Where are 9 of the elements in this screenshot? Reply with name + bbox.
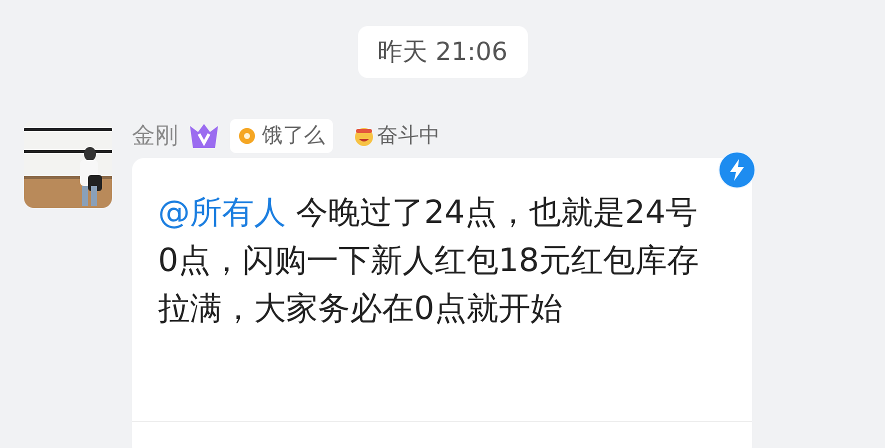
- org-name: 饿了么: [262, 122, 325, 150]
- medal-icon: [238, 127, 256, 145]
- crown-icon: [188, 122, 220, 150]
- status-text: 奋斗中: [377, 122, 440, 150]
- message-text: @所有人 今晚过了24点，也就是24号0点，闪购一下新人红包18元红包库存拉满，大家务必在0点就开始: [157, 192, 700, 329]
- emoji-icon: [353, 125, 375, 147]
- timestamp: 昨天 21:06: [358, 26, 528, 78]
- sender-name: 金刚: [132, 122, 178, 151]
- mention-link[interactable]: @所有人: [158, 193, 286, 231]
